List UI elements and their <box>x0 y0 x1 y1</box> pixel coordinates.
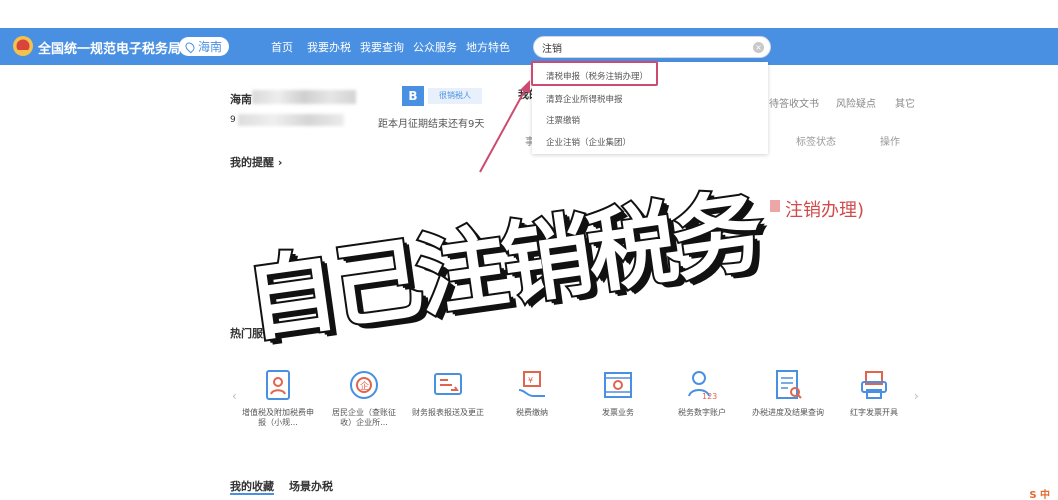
app-screen: { "header": { "site_title": "全国统一规范电子税务局… <box>0 0 1058 500</box>
